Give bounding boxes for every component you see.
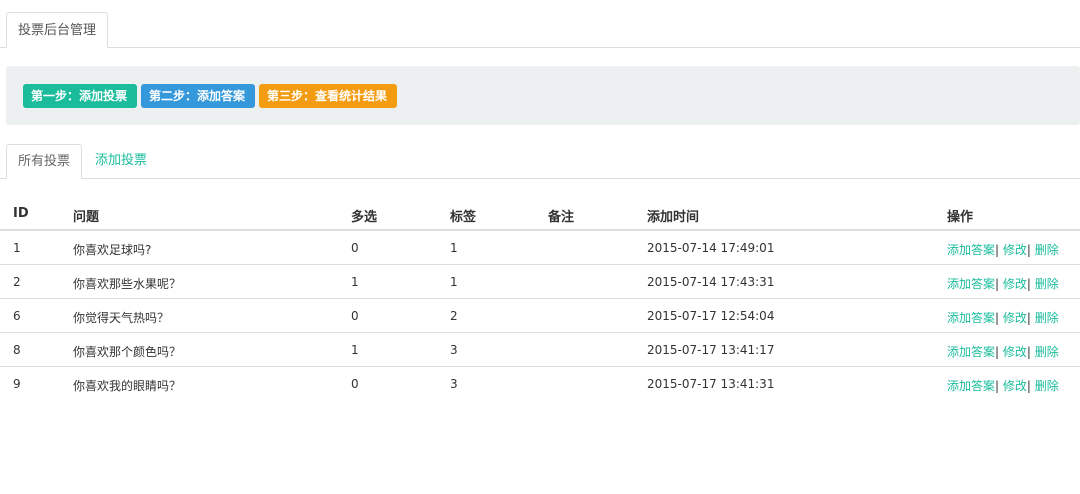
edit-link[interactable]: 修改 [1003, 311, 1027, 325]
votes-table: ID 问题 多选 标签 备注 添加时间 操作 1 你喜欢足球吗? 0 1 2015-07… [0, 197, 1080, 401]
add-answer-link[interactable]: 添加答案 [947, 379, 995, 393]
cell-id: 2 [13, 275, 21, 289]
cell-tag: 2 [450, 309, 458, 323]
cell-multi: 0 [351, 377, 359, 391]
step-1-add-vote-button[interactable]: 第一步：添加投票 [23, 84, 137, 108]
header-tag: 标签 [450, 210, 477, 225]
cell-time: 2015-07-17 13:41:17 [647, 343, 775, 357]
add-answer-link[interactable]: 添加答案 [947, 277, 995, 291]
separator: | [1026, 243, 1031, 257]
step-2-add-answer-button[interactable]: 第二步：添加答案 [141, 84, 255, 108]
separator: | [995, 243, 1000, 257]
step-3-view-results-button[interactable]: 第三步：查看统计结果 [259, 84, 397, 108]
steps-panel: 第一步：添加投票 第二步：添加答案 第三步：查看统计结果 [6, 66, 1080, 125]
vote-tabs: 所有投票 添加投票 [0, 144, 1080, 179]
tab-add-vote[interactable]: 添加投票 [84, 144, 158, 179]
cell-time: 2015-07-17 13:41:31 [647, 377, 775, 391]
separator: | [1026, 379, 1031, 393]
cell-multi: 1 [351, 275, 359, 289]
row-actions: 添加答案| 修改| 删除 [947, 241, 1059, 258]
separator: | [1026, 277, 1031, 291]
separator: | [995, 345, 1000, 359]
cell-tag: 1 [450, 241, 458, 255]
delete-link[interactable]: 删除 [1035, 379, 1059, 393]
edit-link[interactable]: 修改 [1003, 243, 1027, 257]
edit-link[interactable]: 修改 [1003, 345, 1027, 359]
table-row: 1 你喜欢足球吗? 0 1 2015-07-14 17:49:01 添加答案| 修改| 删… [0, 231, 1080, 265]
cell-question: 你喜欢我的眼睛吗？ [73, 379, 182, 393]
separator: | [995, 379, 1000, 393]
cell-tag: 3 [450, 377, 458, 391]
cell-question: 你喜欢足球吗? [73, 243, 152, 257]
table-row: 2 你喜欢那些水果呢？ 1 1 2015-07-14 17:43:31 添加答案| 修改|… [0, 265, 1080, 299]
separator: | [1026, 311, 1031, 325]
top-tab-bar: 投票后台管理 [0, 0, 1080, 48]
header-question: 问题 [73, 210, 100, 225]
table-header: ID 问题 多选 标签 备注 添加时间 操作 [0, 197, 1080, 231]
cell-multi: 1 [351, 343, 359, 357]
cell-id: 1 [13, 241, 21, 255]
cell-id: 9 [13, 377, 21, 391]
header-time: 添加时间 [647, 210, 700, 225]
delete-link[interactable]: 删除 [1035, 243, 1059, 257]
table-row: 6 你觉得天气热吗？ 0 2 2015-07-17 12:54:04 添加答案| 修改| … [0, 299, 1080, 333]
header-multi: 多选 [351, 210, 378, 225]
table-row: 8 你喜欢那个颜色吗？ 1 3 2015-07-17 13:41:17 添加答案| 修改|… [0, 333, 1080, 367]
cell-question: 你觉得天气热吗？ [73, 311, 170, 325]
cell-tag: 1 [450, 275, 458, 289]
cell-tag: 3 [450, 343, 458, 357]
cell-multi: 0 [351, 309, 359, 323]
add-answer-link[interactable]: 添加答案 [947, 243, 995, 257]
cell-time: 2015-07-14 17:49:01 [647, 241, 775, 255]
separator: | [995, 311, 1000, 325]
cell-question: 你喜欢那个颜色吗？ [73, 345, 182, 359]
tab-all-votes[interactable]: 所有投票 [6, 144, 83, 179]
delete-link[interactable]: 删除 [1035, 345, 1059, 359]
row-actions: 添加答案| 修改| 删除 [947, 275, 1059, 292]
add-answer-link[interactable]: 添加答案 [947, 311, 995, 325]
table-body: 1 你喜欢足球吗? 0 1 2015-07-14 17:49:01 添加答案| 修改| 删… [0, 231, 1080, 401]
row-actions: 添加答案| 修改| 删除 [947, 309, 1059, 326]
cell-multi: 0 [351, 241, 359, 255]
delete-link[interactable]: 删除 [1035, 311, 1059, 325]
edit-link[interactable]: 修改 [1003, 379, 1027, 393]
cell-time: 2015-07-17 12:54:04 [647, 309, 775, 323]
header-note: 备注 [548, 210, 575, 225]
tab-vote-admin[interactable]: 投票后台管理 [6, 12, 109, 48]
separator: | [995, 277, 1000, 291]
row-actions: 添加答案| 修改| 删除 [947, 377, 1059, 394]
cell-id: 8 [13, 343, 21, 357]
header-ops: 操作 [947, 210, 974, 225]
add-answer-link[interactable]: 添加答案 [947, 345, 995, 359]
separator: | [1026, 345, 1031, 359]
header-id: ID [13, 206, 29, 221]
table-row: 9 你喜欢我的眼睛吗？ 0 3 2015-07-17 13:41:31 添加答案| 修改|… [0, 367, 1080, 401]
delete-link[interactable]: 删除 [1035, 277, 1059, 291]
cell-time: 2015-07-14 17:43:31 [647, 275, 775, 289]
cell-id: 6 [13, 309, 21, 323]
edit-link[interactable]: 修改 [1003, 277, 1027, 291]
row-actions: 添加答案| 修改| 删除 [947, 343, 1059, 360]
cell-question: 你喜欢那些水果呢？ [73, 277, 182, 291]
